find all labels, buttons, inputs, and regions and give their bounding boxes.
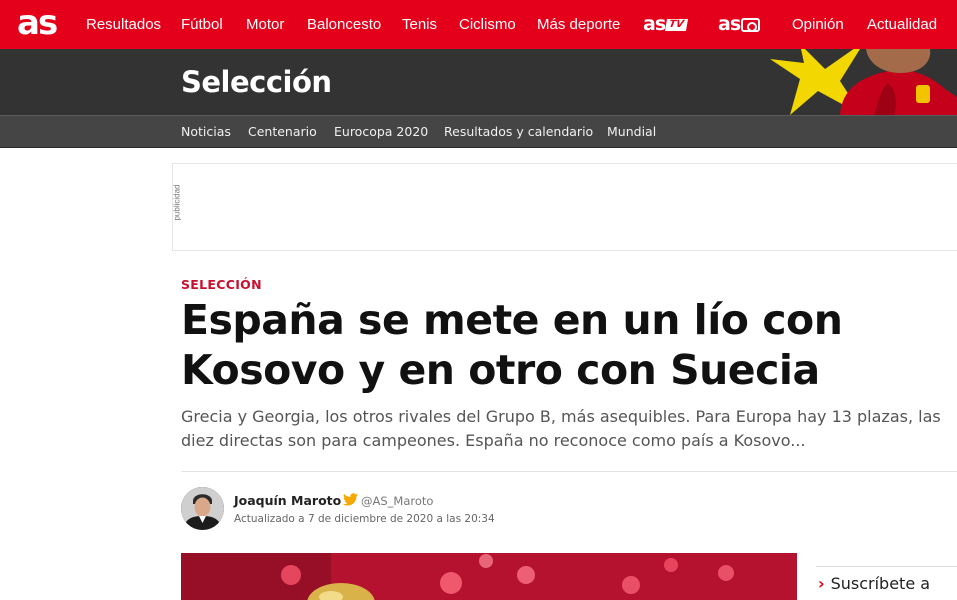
ad-label: publicidad (172, 184, 182, 221)
twitter-bird (343, 493, 358, 506)
nav-tenis[interactable]: Tenis (402, 0, 437, 49)
ad-placeholder: publicidad (172, 163, 957, 251)
author-avatar[interactable] (181, 487, 224, 530)
nav-motor[interactable]: Motor (246, 0, 284, 49)
article-photo[interactable] (181, 553, 797, 600)
author-name[interactable]: Joaquín Maroto (234, 493, 341, 508)
light-2 (440, 572, 462, 594)
light-7 (718, 565, 734, 581)
section-header: Selección (0, 49, 957, 115)
light-4 (517, 566, 535, 584)
avatar-face (194, 497, 211, 517)
nav-mas-deporte[interactable]: Más deporte (537, 0, 620, 49)
nav-opinion[interactable]: Opinión (792, 0, 844, 49)
light-6 (664, 558, 678, 572)
as-foto-text: as (718, 13, 741, 35)
light-3 (479, 554, 493, 568)
tv-badge: TV (665, 18, 688, 31)
divider (181, 471, 957, 472)
as-tv-text: as (643, 13, 666, 35)
article-summary: Grecia y Georgia, los otros rivales del … (181, 407, 941, 450)
as-foto-logo[interactable]: as (718, 13, 761, 35)
light-5 (622, 576, 640, 594)
author-photo (181, 487, 224, 530)
as-logo[interactable]: as (17, 6, 69, 42)
light-1 (281, 565, 301, 585)
nav-actualidad[interactable]: Actualidad (867, 0, 937, 49)
article-kicker[interactable]: SELECCIÓN (181, 277, 262, 292)
nav-resultados[interactable]: Resultados (86, 0, 161, 49)
sub-navigation: Noticias Centenario Eurocopa 2020 Result… (0, 115, 957, 148)
as-tv-logo[interactable]: as TV (643, 13, 688, 35)
twitter-handle[interactable]: @AS_Maroto (361, 494, 433, 508)
nav-baloncesto[interactable]: Baloncesto (307, 0, 381, 49)
section-title[interactable]: Selección (181, 65, 332, 99)
subnav-centenario[interactable]: Centenario (248, 116, 317, 148)
subnav-resultados-calendario[interactable]: Resultados y calendario (444, 116, 593, 148)
player-shirt (840, 69, 957, 115)
photo-content (181, 553, 797, 600)
section-promo-image (770, 49, 957, 115)
sidebar-separator (816, 566, 957, 567)
player-head (866, 49, 931, 73)
subnav-noticias[interactable]: Noticias (181, 116, 231, 148)
camera-icon (741, 17, 761, 32)
top-navigation: as Resultados Fútbol Motor Baloncesto Te… (0, 0, 957, 49)
photo-dark-left (181, 553, 331, 600)
subscribe-link[interactable]: › Suscríbete a (818, 574, 930, 593)
subnav-eurocopa-2020[interactable]: Eurocopa 2020 (334, 116, 428, 148)
article-headline: España se mete en un lío con Kosovo y en… (181, 295, 881, 395)
subscribe-label: Suscríbete a (830, 574, 931, 593)
subnav-mundial[interactable]: Mundial (607, 116, 656, 148)
chevron-right-icon: › (818, 574, 825, 593)
player-star-illustration (770, 49, 957, 115)
headline-line-1: España se mete en un lío con (181, 296, 843, 344)
crest-icon (916, 85, 930, 103)
headline-line-2: Kosovo y en otro con Suecia (181, 346, 820, 394)
nav-ciclismo[interactable]: Ciclismo (459, 0, 516, 49)
updated-timestamp: Actualizado a 7 de diciembre de 2020 a l… (234, 513, 495, 525)
twitter-icon[interactable] (343, 493, 358, 506)
nav-futbol[interactable]: Fútbol (181, 0, 223, 49)
